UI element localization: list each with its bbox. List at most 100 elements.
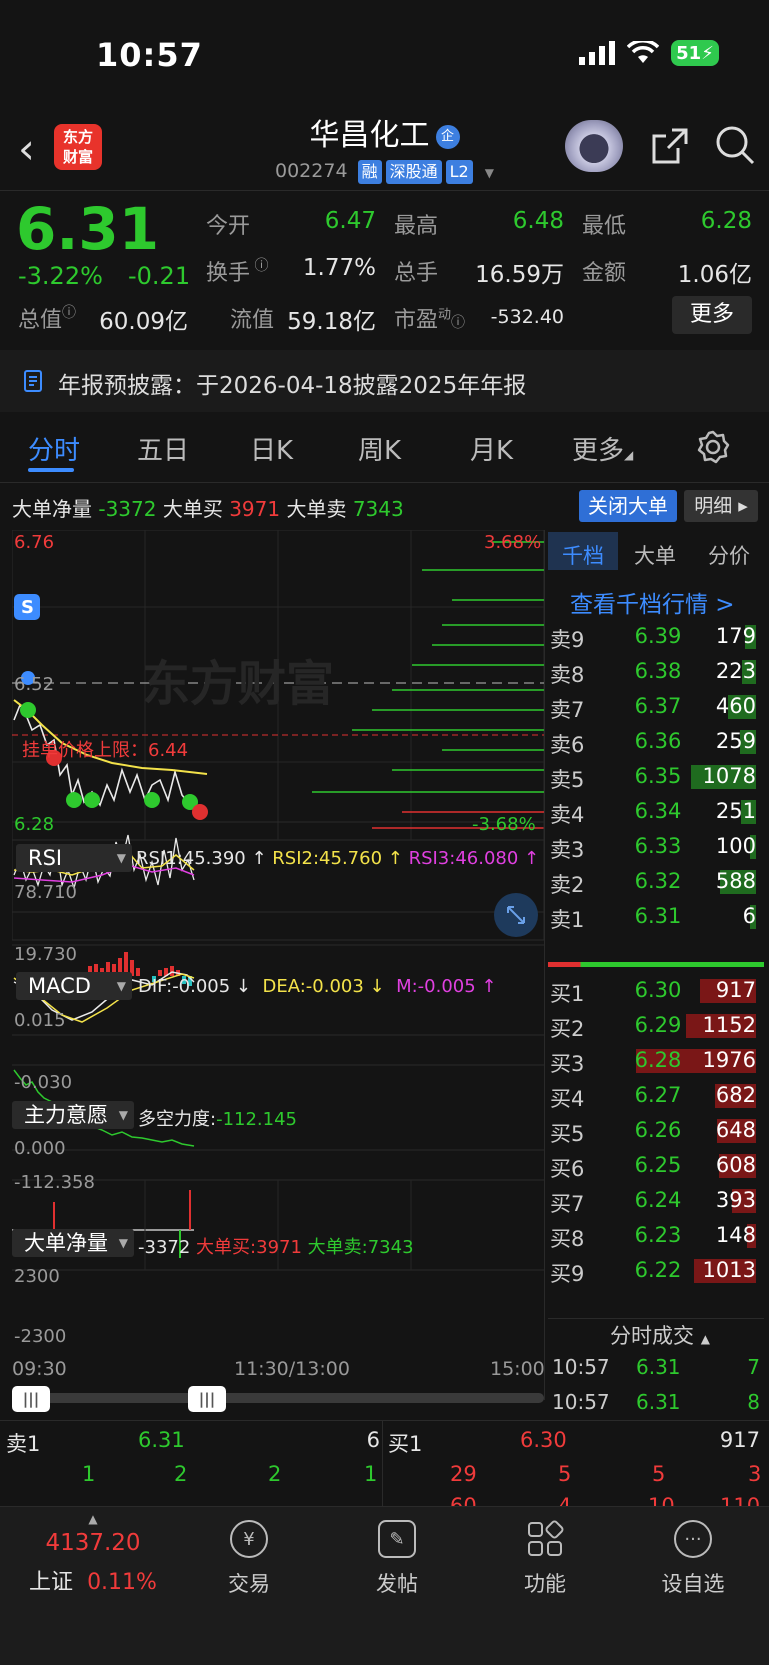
nav-trade[interactable]: ¥ 交易 [194, 1520, 304, 1598]
sell-marker-icon[interactable] [66, 792, 82, 808]
view-depth-link[interactable]: 查看千档行情 > [570, 585, 735, 619]
nav-post[interactable]: ✎ 发帖 [342, 1520, 452, 1598]
tab-depth[interactable]: 千档 [562, 540, 604, 570]
tab-daily[interactable]: 日K [250, 430, 293, 467]
index-pct: 0.11% [87, 1570, 157, 1595]
ask-row[interactable]: 卖4 6.34 251 [548, 793, 764, 830]
index-widget[interactable]: ▲ 4137.20 上证 0.11% [18, 1512, 168, 1596]
nav-functions[interactable]: 功能 [490, 1520, 600, 1598]
stat-label-volume: 总手 [394, 261, 439, 286]
bid-level-volume: 648 [715, 1118, 756, 1142]
bid-level-price: 6.22 [634, 1258, 682, 1282]
bignet-selector[interactable]: 大单净量 ▼ [12, 1229, 134, 1257]
info-icon[interactable]: ⓘ [451, 315, 465, 331]
rsi-selector[interactable]: RSI ▼ [16, 844, 132, 872]
info-icon[interactable]: ⓘ [250, 258, 268, 274]
info-icon[interactable]: ⓘ [62, 305, 76, 321]
bid-level-price: 6.23 [634, 1223, 682, 1247]
ask-level-price: 6.39 [634, 624, 682, 648]
bid-ask-ratio-bar [548, 962, 764, 967]
tab-weekly[interactable]: 周K [358, 430, 401, 467]
ticks-title[interactable]: 分时成交 ▲ [610, 1320, 710, 1350]
bid-row[interactable]: 买3 6.28 1976 [548, 1042, 764, 1079]
sell-marker-icon[interactable] [84, 792, 100, 808]
rsi-values: RSI1:45.390 ↑ RSI2:45.760 ↑ RSI3:46.080 … [136, 848, 539, 869]
ask-level-label: 卖1 [550, 908, 585, 932]
force-selector[interactable]: 主力意愿 ▼ [12, 1101, 134, 1129]
divider [0, 190, 769, 191]
tab-price-dist[interactable]: 分价 [708, 540, 750, 570]
ask-row[interactable]: 卖9 6.39 179 [548, 618, 764, 655]
ask-row[interactable]: 卖1 6.31 6 [548, 898, 764, 935]
ask-row[interactable]: 卖6 6.36 259 [548, 723, 764, 760]
nav-post-label: 发帖 [376, 1572, 418, 1596]
bottom-buy1-vol: 917 [719, 1428, 760, 1452]
bid-row[interactable]: 买5 6.26 648 [548, 1112, 764, 1149]
stat-label-amount: 金额 [582, 261, 627, 286]
ask-level-volume: 460 [715, 694, 756, 718]
ask-level-volume: 251 [715, 799, 756, 823]
sell-marker-icon[interactable] [144, 792, 160, 808]
tab-intraday[interactable]: 分时 [28, 430, 80, 467]
macd-selector[interactable]: MACD ▼ [16, 972, 132, 1000]
slider-left-handle[interactable]: ||| [12, 1386, 50, 1412]
slider-right-handle[interactable]: ||| [188, 1386, 226, 1412]
tab-big-order[interactable]: 大单 [634, 540, 676, 570]
sell-marker-icon[interactable] [20, 702, 36, 718]
pct-low-label: -3.68% [472, 814, 536, 835]
expand-icon[interactable] [494, 893, 538, 937]
bignet-values: -3372 大单买:3971 大单卖:7343 [138, 1233, 414, 1259]
range-slider[interactable] [12, 1393, 544, 1403]
ask-row[interactable]: 卖3 6.33 100 [548, 828, 764, 865]
detail-button[interactable]: 明细 ▸ [684, 490, 758, 522]
bid-level-volume: 608 [715, 1153, 756, 1177]
bid-row[interactable]: 买7 6.24 393 [548, 1182, 764, 1219]
chevron-down-icon[interactable]: ▼ [485, 166, 494, 180]
tick-time: 10:57 [552, 1355, 610, 1379]
assistant-robot-icon[interactable] [565, 120, 623, 172]
edit-icon: ✎ [378, 1520, 416, 1558]
ask-level-price: 6.36 [634, 729, 682, 753]
close-big-order-button[interactable]: 关闭大单 [579, 490, 677, 522]
bid-row[interactable]: 买1 6.30 917 [548, 972, 764, 1009]
bid-row[interactable]: 买2 6.29 1152 [548, 1007, 764, 1044]
gear-icon[interactable] [696, 430, 730, 468]
bid-row[interactable]: 买9 6.22 1013 [548, 1252, 764, 1289]
more-button[interactable]: 更多 [672, 296, 752, 334]
tab-more[interactable]: 更多◢ [572, 430, 633, 467]
stock-name: 华昌化工 [309, 118, 430, 153]
stat-label-high: 最高 [394, 214, 439, 239]
bid-level-volume: 393 [715, 1188, 756, 1212]
stat-value-float-value: 59.18亿 [287, 309, 376, 335]
nav-functions-label: 功能 [524, 1572, 566, 1596]
tab-5day[interactable]: 五日 [137, 430, 189, 467]
document-icon [24, 370, 44, 396]
bid-row[interactable]: 买4 6.27 682 [548, 1077, 764, 1114]
tab-monthly[interactable]: 月K [470, 430, 513, 467]
tick-price: 6.31 [636, 1390, 681, 1414]
ask-row[interactable]: 卖7 6.37 460 [548, 688, 764, 725]
bid-row[interactable]: 买6 6.25 608 [548, 1147, 764, 1184]
watermark: 东方财富 [142, 656, 334, 712]
bid-level-price: 6.25 [634, 1153, 682, 1177]
ask-row[interactable]: 卖2 6.32 588 [548, 863, 764, 900]
ask-level-volume: 223 [715, 659, 756, 683]
caret-up-icon: ▲ [88, 1512, 98, 1526]
ask-level-price: 6.37 [634, 694, 682, 718]
search-icon[interactable] [714, 124, 756, 170]
bid-level-volume: 682 [715, 1083, 756, 1107]
bid-level-volume: 148 [715, 1223, 756, 1247]
force-top-label: 0.000 [14, 1138, 66, 1159]
m-value: M:-0.005 ↑ [396, 976, 497, 997]
bid-row[interactable]: 买8 6.23 148 [548, 1217, 764, 1254]
bid-level-label: 买6 [550, 1157, 585, 1181]
divider [0, 1420, 769, 1421]
share-icon[interactable] [650, 126, 690, 170]
w-marker-icon[interactable] [192, 804, 208, 820]
ask-level-volume: 179 [715, 624, 756, 648]
ask-row[interactable]: 卖5 6.35 1078 [548, 758, 764, 795]
nav-watchlist[interactable]: ··· 设自选 [638, 1520, 748, 1598]
ask-row[interactable]: 卖8 6.38 223 [548, 653, 764, 690]
battery-level: 51 [676, 42, 702, 64]
tick-vol: 8 [747, 1390, 760, 1414]
